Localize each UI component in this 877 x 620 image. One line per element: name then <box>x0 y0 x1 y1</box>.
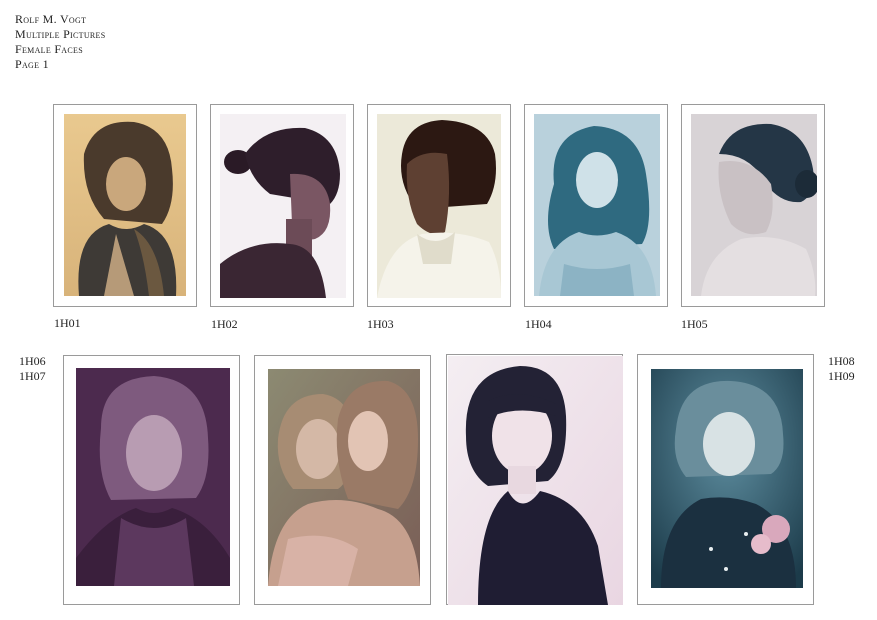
picture-code-1h06: 1H06 <box>19 354 46 368</box>
picture-card-1h01[interactable] <box>53 104 197 307</box>
picture-card-1h09[interactable] <box>637 354 814 605</box>
picture-card-1h08[interactable] <box>446 354 623 605</box>
portrait-photo-1h01 <box>64 114 186 296</box>
portrait-photo-1h07 <box>268 369 420 586</box>
picture-code-1h09: 1H09 <box>828 369 855 383</box>
picture-code-1h07: 1H07 <box>19 369 46 383</box>
document-header: Rolf M. Vogt Multiple Pictures Female Fa… <box>15 12 105 72</box>
picture-code-1h03: 1H03 <box>367 317 394 331</box>
collection-title: Multiple Pictures <box>15 27 106 41</box>
portrait-photo-1h09 <box>651 369 803 588</box>
portrait-photo-1h06 <box>76 368 230 586</box>
portrait-photo-1h08 <box>448 356 623 605</box>
picture-card-1h05[interactable] <box>681 104 825 307</box>
page-number: Page 1 <box>15 57 49 71</box>
picture-card-1h06[interactable] <box>63 355 240 605</box>
picture-code-1h02: 1H02 <box>211 317 238 331</box>
picture-card-1h02[interactable] <box>210 104 354 307</box>
picture-card-1h07[interactable] <box>254 355 431 605</box>
portrait-photo-1h03 <box>377 114 501 298</box>
portrait-photo-1h02 <box>220 114 346 298</box>
portrait-photo-1h05 <box>691 114 817 296</box>
author-name: Rolf M. Vogt <box>15 12 87 26</box>
picture-code-1h05: 1H05 <box>681 317 708 331</box>
picture-code-1h01: 1H01 <box>54 316 81 330</box>
picture-card-1h03[interactable] <box>367 104 511 307</box>
picture-code-1h08: 1H08 <box>828 354 855 368</box>
picture-card-1h04[interactable] <box>524 104 668 307</box>
portrait-photo-1h04 <box>534 114 660 296</box>
picture-code-1h04: 1H04 <box>525 317 552 331</box>
topic-title: Female Faces <box>15 42 83 56</box>
